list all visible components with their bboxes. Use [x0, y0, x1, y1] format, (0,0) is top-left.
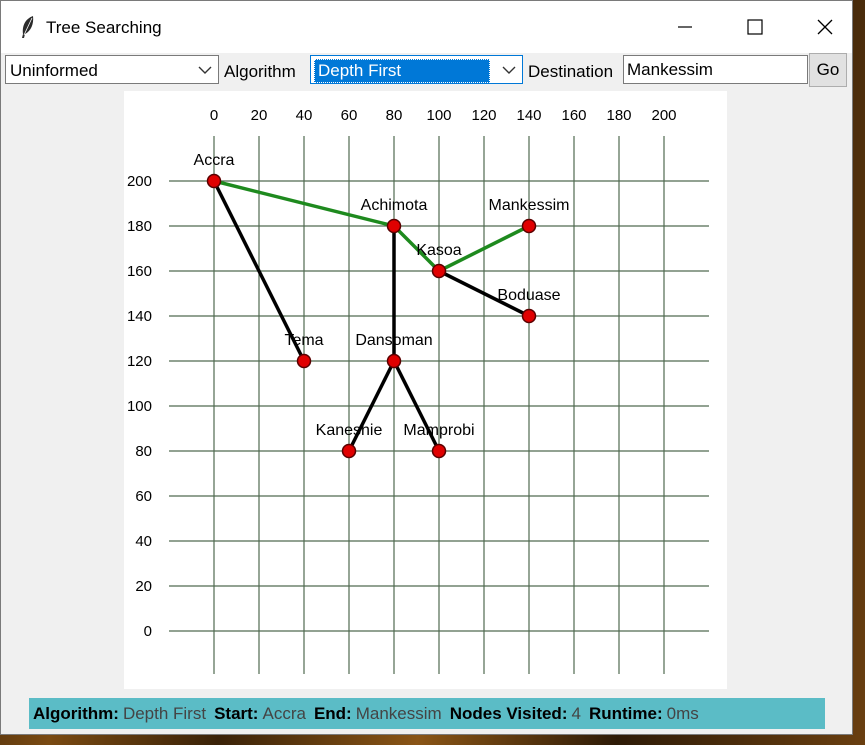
- x-tick-label: 40: [296, 107, 313, 124]
- graph-node: [431, 263, 447, 279]
- x-tick-label: 200: [651, 107, 676, 124]
- graph-plot: 0 20 40 60 80 100 120 140 160 180 2002001801601401…: [127, 107, 709, 674]
- graph-node: [521, 218, 537, 234]
- search-type-select[interactable]: Uninformed: [5, 55, 219, 84]
- x-tick-label: 140: [516, 107, 541, 124]
- graph-node: [296, 353, 312, 369]
- x-tick-label: 100: [426, 107, 451, 124]
- y-tick-label: 80: [135, 443, 152, 460]
- y-tick-label: 200: [127, 173, 152, 190]
- status-algorithm-label: Algorithm:: [33, 704, 119, 723]
- destination-label: Destination: [528, 62, 614, 81]
- node-label: Kasoa: [416, 242, 461, 259]
- graph-node: [206, 173, 222, 189]
- status-algorithm-value: Depth First: [122, 704, 207, 723]
- minimize-icon: [678, 26, 692, 28]
- status-start-value: Accra: [262, 704, 306, 723]
- chevron-down-icon: [502, 66, 516, 74]
- x-tick-label: 180: [606, 107, 631, 124]
- status-visited-value: 4: [571, 704, 581, 723]
- x-tick-label: 0: [210, 107, 218, 124]
- graph-node: [386, 353, 402, 369]
- window-title: Tree Searching: [46, 18, 162, 37]
- algorithm-select[interactable]: Depth First: [310, 55, 523, 84]
- x-tick-label: 80: [386, 107, 403, 124]
- y-tick-label: 40: [135, 533, 152, 550]
- node-label: Achimota: [361, 197, 428, 214]
- go-button[interactable]: Go: [809, 53, 847, 87]
- close-button[interactable]: [801, 1, 849, 53]
- y-tick-label: 120: [127, 353, 152, 370]
- graph-node: [431, 443, 447, 459]
- graph-node: [386, 218, 402, 234]
- node-label: Boduase: [497, 287, 560, 304]
- app-window: Tree Searching Uninformed Algorithm Dept…: [0, 0, 853, 735]
- chevron-down-icon: [198, 66, 212, 74]
- close-icon: [817, 19, 833, 35]
- y-tick-label: 140: [127, 308, 152, 325]
- y-tick-label: 0: [144, 623, 152, 640]
- status-runtime-label: Runtime:: [588, 704, 663, 723]
- status-visited-label: Nodes Visited:: [449, 704, 568, 723]
- title-bar: Tree Searching: [1, 1, 852, 53]
- node-label: Mamprobi: [403, 422, 474, 439]
- x-tick-label: 60: [341, 107, 358, 124]
- y-tick-label: 160: [127, 263, 152, 280]
- node-label: Kaneshie: [316, 422, 383, 439]
- algorithm-label: Algorithm: [224, 62, 296, 81]
- status-end-value: Mankessim: [355, 704, 442, 723]
- node-label: Accra: [194, 152, 235, 169]
- node-label: Tema: [284, 332, 323, 349]
- x-tick-label: 120: [471, 107, 496, 124]
- status-runtime-value: 0ms: [666, 704, 699, 723]
- status-start-label: Start:: [214, 704, 259, 723]
- maximize-icon: [747, 19, 763, 35]
- y-tick-label: 180: [127, 218, 152, 235]
- algorithm-value: Depth First: [314, 59, 490, 83]
- destination-input[interactable]: [623, 55, 808, 84]
- y-tick-label: 20: [135, 578, 152, 595]
- x-tick-label: 160: [561, 107, 586, 124]
- y-tick-label: 100: [127, 398, 152, 415]
- graph-node: [341, 443, 357, 459]
- feather-icon: [22, 16, 34, 38]
- status-end-label: End:: [313, 704, 352, 723]
- maximize-button[interactable]: [731, 1, 779, 53]
- graph-canvas: 0 20 40 60 80 100 120 140 160 180 200 200 180 160 140 1…: [124, 91, 727, 689]
- search-type-value: Uninformed: [10, 61, 98, 80]
- graph-node: [521, 308, 537, 324]
- x-tick-label: 20: [251, 107, 268, 124]
- minimize-button[interactable]: [661, 1, 709, 53]
- y-tick-label: 60: [135, 488, 152, 505]
- status-bar: Algorithm: Depth First Start: Accra End: Mank…: [29, 698, 825, 729]
- node-label: Dansoman: [355, 332, 432, 349]
- node-label: Mankessim: [489, 197, 570, 214]
